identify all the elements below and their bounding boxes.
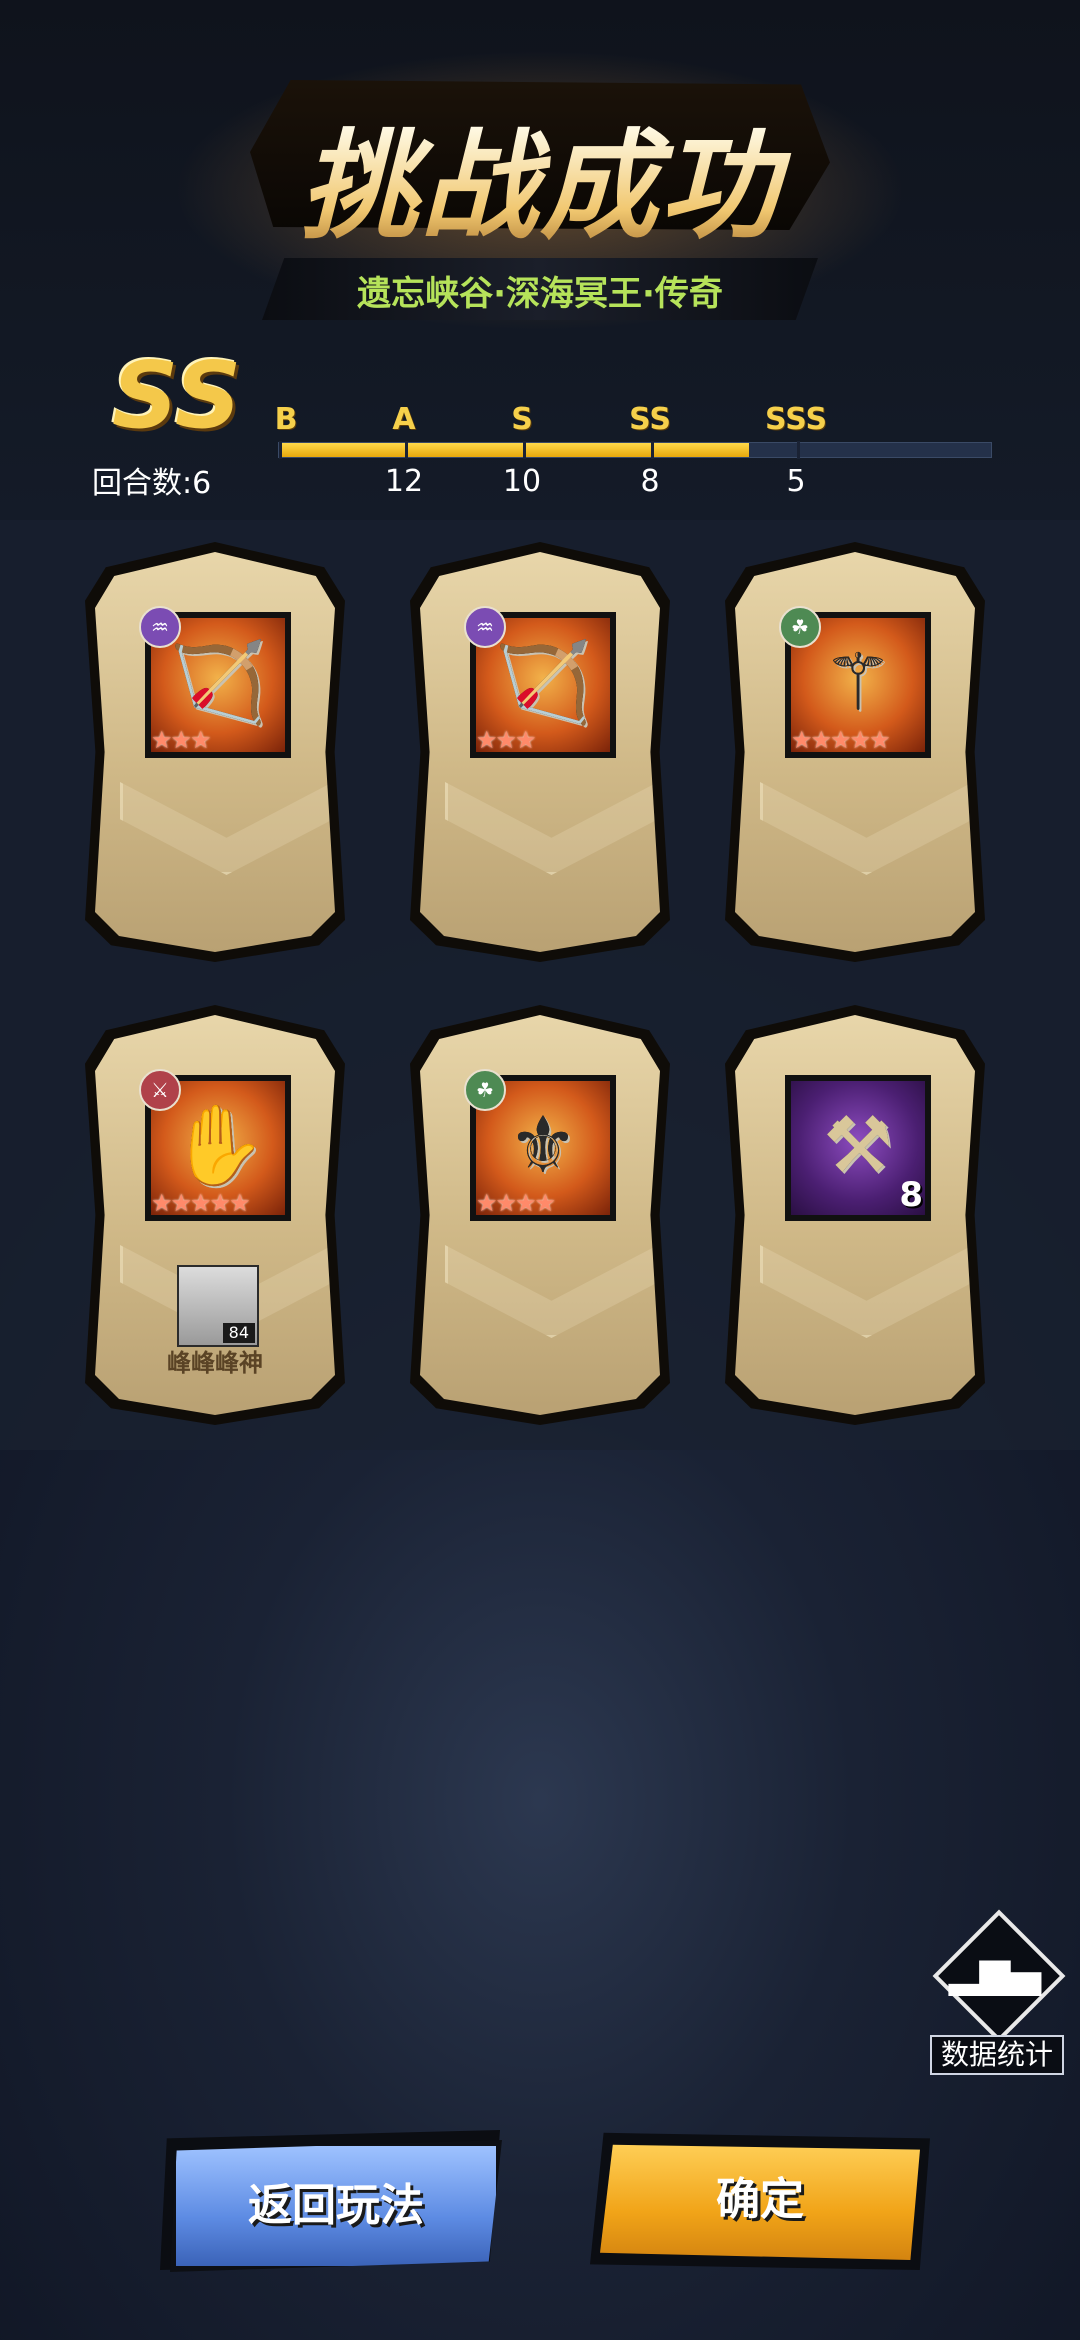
round-count: 回合数:6 [92,466,212,501]
owner-level: 84 [222,1323,255,1343]
item-slot[interactable]: 🏹 ♒ ★★★ [139,606,291,758]
reward-card[interactable]: ⚒ 8 [725,1005,985,1425]
star-rating: ★★★ [151,726,212,754]
item-quantity: 8 [899,1175,923,1215]
magic-rune-icon: ♒ [139,606,181,648]
card-chevron [760,1245,973,1338]
star-rating: ★★★ [476,726,537,754]
blade-rune-icon: ⚔ [139,1069,181,1111]
grade-threshold-a: 12 [384,464,424,499]
back-button[interactable]: 返回玩法 [170,2140,502,2272]
bar-chart-icon: ▂▆▄ [948,1950,1042,1996]
rank-badge: SS [112,342,242,449]
grade-tick [523,441,526,459]
reward-card[interactable]: 🏹 ♒ ★★★ [410,542,670,962]
grade-tick [279,441,282,459]
magic-rune-icon: ♒ [464,606,506,648]
confirm-button[interactable]: 确定 [600,2144,920,2260]
grade-label-b: B [274,402,298,437]
reward-card[interactable]: ✋ ⚔ ★★★★★ 84 峰峰峰神 [85,1005,345,1425]
stage-subtitle: 遗忘峡谷·深海冥王·传奇 [357,274,723,314]
card-chevron [445,1245,658,1338]
grade-threshold-sss: 5 [786,464,806,499]
card-chevron [760,782,973,875]
card-chevron [445,782,658,875]
reward-card[interactable]: 🏹 ♒ ★★★ [85,542,345,962]
item-slot[interactable]: 🏹 ♒ ★★★ [464,606,616,758]
reward-card[interactable]: ⚜ ☘ ★★★★ [410,1005,670,1425]
grade-label-sss: SSS [764,402,828,437]
stats-label: 数据统计 [930,2035,1064,2075]
item-slot[interactable]: ⚒ 8 [785,1075,931,1221]
grade-label-ss: SS [629,402,671,437]
rewards-panel: 🏹 ♒ ★★★ 🏹 ♒ ★★★ ⚚ ☘ ★★★★★ ✋ ⚔ ★★★★★ 84 峰… [0,520,1080,1450]
grade-threshold-s: 10 [502,464,542,499]
grade-tick [405,441,408,459]
grade-label-s: S [511,402,533,437]
data-stats-button[interactable]: ▂▆▄ 数据统计 [930,1909,1066,2075]
item-slot[interactable]: ⚚ ☘ ★★★★★ [779,606,931,758]
page-title: 挑战成功 [0,90,1080,261]
star-rating: ★★★★★ [791,726,891,754]
nature-rune-icon: ☘ [779,606,821,648]
card-chevron [120,782,333,875]
owner-name: 峰峰峰神 [167,1349,263,1377]
item-slot[interactable]: ✋ ⚔ ★★★★★ [139,1069,291,1221]
grade-progress-fill [279,443,749,457]
star-rating: ★★★★★ [151,1189,251,1217]
nature-rune-icon: ☘ [464,1069,506,1111]
item-slot[interactable]: ⚜ ☘ ★★★★ [464,1069,616,1221]
grade-tick [651,441,654,459]
grade-label-a: A [392,402,416,437]
grade-progress-bar [278,441,992,459]
grade-threshold-ss: 8 [640,464,660,499]
avatar[interactable]: 84 [177,1265,259,1347]
star-rating: ★★★★ [476,1189,556,1217]
reward-card[interactable]: ⚚ ☘ ★★★★★ [725,542,985,962]
grade-tick [797,441,800,459]
